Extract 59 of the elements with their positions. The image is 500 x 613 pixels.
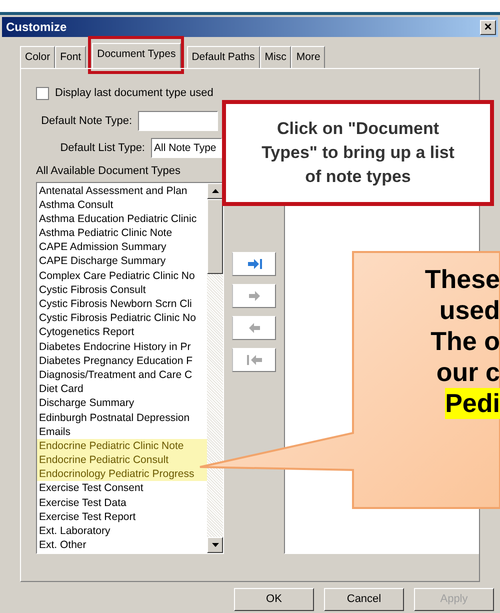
list-item[interactable]: Cystic Fibrosis Newborn Scrn Cli — [37, 297, 208, 312]
list-item[interactable]: Diabetes Pregnancy Education F — [37, 354, 208, 368]
list-item[interactable]: Asthma Education Pediatric Clinic — [37, 212, 208, 226]
callout-line: used — [439, 295, 500, 326]
list-item[interactable]: CAPE Discharge Summary — [37, 254, 208, 269]
list-item[interactable]: Endocrine Pediatric Consult — [37, 453, 208, 468]
list-item[interactable]: Cystic Fibrosis Consult — [37, 282, 208, 297]
list-item[interactable]: Cytogenetics Report — [37, 325, 208, 340]
down-arrow-icon — [212, 542, 219, 546]
callout-line: The o — [430, 326, 500, 357]
move-button[interactable] — [232, 252, 276, 276]
dialog-button[interactable]: OK — [234, 588, 314, 611]
list-item[interactable]: Exercise Test Report — [37, 510, 208, 524]
callout-line: These — [424, 264, 500, 295]
list-item[interactable]: Diabetes Endocrine History in Pr — [37, 340, 208, 354]
scroll-down-button[interactable] — [207, 536, 224, 552]
list-item[interactable]: Ext. Laboratory — [37, 524, 208, 538]
window-title: Customize — [6, 19, 67, 36]
list-item[interactable]: Asthma Pediatric Clinic Note — [37, 226, 208, 240]
dialog-button[interactable]: Cancel — [324, 588, 404, 611]
tab[interactable]: Font — [55, 46, 86, 68]
arrow-bar-icon — [246, 258, 262, 268]
field-label: Default List Type: — [59, 140, 145, 156]
list-item[interactable]: Cystic Fibrosis Pediatric Clinic No — [37, 311, 208, 326]
list-item[interactable]: CAPE Admission Summary — [37, 240, 208, 254]
close-button[interactable]: × — [480, 20, 496, 34]
list-item[interactable]: Discharge Summary — [37, 396, 208, 410]
tab[interactable]: Document Types — [92, 43, 181, 69]
list-item[interactable]: Endocrine Pediatric Clinic Note — [37, 438, 208, 454]
list-item[interactable]: Exercise Test Data — [37, 496, 208, 510]
list-item[interactable]: Edinburgh Postnatal Depression — [37, 410, 208, 425]
list-item[interactable]: Diet Card — [37, 382, 208, 396]
list-item[interactable]: Diagnosis/Treatment and Care C — [37, 368, 208, 382]
tab[interactable]: Misc — [260, 46, 292, 68]
list-item[interactable]: Antenatal Assessment and Plan — [37, 184, 208, 198]
tab[interactable]: More — [291, 46, 326, 68]
list-item[interactable]: Complex Care Pediatric Clinic No — [37, 268, 208, 283]
checkbox[interactable] — [36, 86, 49, 100]
arrow-bar-icon — [246, 354, 262, 364]
tab[interactable]: Default Paths — [186, 46, 260, 68]
up-arrow-icon — [212, 188, 219, 192]
callout-text: Click on "Document Types" to bring up a list of note types — [260, 118, 456, 188]
list-item[interactable]: Endocrinology Pediatric Progress — [37, 467, 208, 482]
note-type-field[interactable] — [138, 111, 218, 131]
list-item[interactable]: Emails — [37, 424, 208, 439]
scroll-up-button[interactable] — [207, 182, 224, 198]
scroll-thumb[interactable] — [207, 198, 224, 274]
list-item[interactable]: Exercise Test Consent — [37, 481, 208, 496]
callout-line: our c — [436, 357, 500, 388]
tab[interactable]: Color — [20, 46, 56, 68]
arrow-icon — [246, 322, 262, 332]
list-label: All Available Document Types — [36, 164, 181, 179]
checkbox-label: Display last document type used — [55, 86, 214, 101]
list-item[interactable]: Ext. Other — [37, 538, 208, 552]
scrollbar[interactable] — [207, 182, 224, 552]
list-item[interactable]: Asthma Consult — [37, 198, 208, 212]
field-label: Default Note Type: — [40, 114, 132, 129]
list-type-dropdown[interactable]: All Note Type — [151, 138, 222, 158]
arrow-icon — [246, 290, 262, 300]
